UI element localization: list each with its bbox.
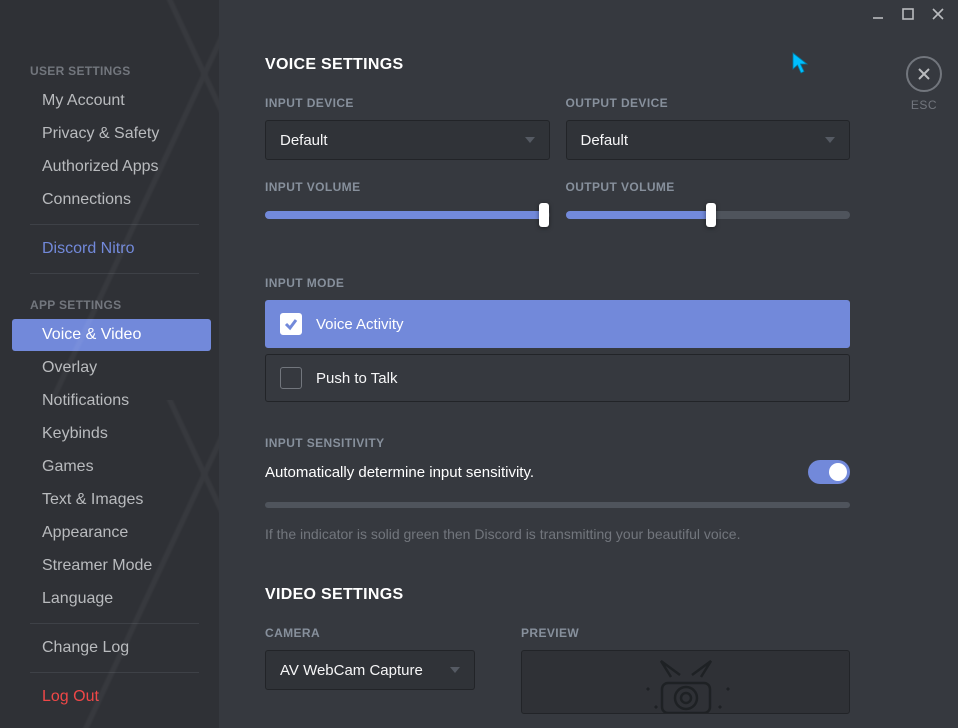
output-volume-label: OUTPUT VOLUME xyxy=(566,180,851,194)
sensitivity-indicator xyxy=(265,502,850,508)
close-column: ESC xyxy=(890,0,958,728)
auto-sensitivity-label: Automatically determine input sensitivit… xyxy=(265,464,534,481)
close-settings-label: ESC xyxy=(911,98,937,112)
input-device-value: Default xyxy=(280,132,328,149)
window-maximize-button[interactable] xyxy=(900,6,916,22)
sidebar-item-connections[interactable]: Connections xyxy=(12,184,211,216)
sidebar-item-notifications[interactable]: Notifications xyxy=(12,385,211,417)
input-device-label: INPUT DEVICE xyxy=(265,96,550,110)
camera-value: AV WebCam Capture xyxy=(280,662,423,679)
slider-thumb[interactable] xyxy=(706,203,716,227)
sidebar-item-keybinds[interactable]: Keybinds xyxy=(12,418,211,450)
checkbox-icon xyxy=(280,367,302,389)
output-device-value: Default xyxy=(581,132,629,149)
sidebar-item-appearance[interactable]: Appearance xyxy=(12,517,211,549)
settings-window: USER SETTINGS My Account Privacy & Safet… xyxy=(0,0,958,728)
input-mode-label: INPUT MODE xyxy=(265,276,850,290)
camera-preview xyxy=(521,650,850,714)
camera-label: CAMERA xyxy=(265,626,475,640)
sidebar-header-user: USER SETTINGS xyxy=(0,48,219,84)
output-device-select[interactable]: Default xyxy=(566,120,851,160)
camera-select[interactable]: AV WebCam Capture xyxy=(265,650,475,690)
sensitivity-hint: If the indicator is solid green then Dis… xyxy=(265,526,850,542)
input-mode-voice-activity[interactable]: Voice Activity xyxy=(265,300,850,348)
sidebar-item-text-images[interactable]: Text & Images xyxy=(12,484,211,516)
sidebar-item-authorized-apps[interactable]: Authorized Apps xyxy=(12,151,211,183)
video-settings-heading: VIDEO SETTINGS xyxy=(265,586,850,604)
input-volume-label: INPUT VOLUME xyxy=(265,180,550,194)
output-volume-slider[interactable] xyxy=(566,204,851,226)
sidebar-item-overlay[interactable]: Overlay xyxy=(12,352,211,384)
preview-label: PREVIEW xyxy=(521,626,850,640)
window-close-button[interactable] xyxy=(930,6,946,22)
window-minimize-button[interactable] xyxy=(870,6,886,22)
sidebar-item-changelog[interactable]: Change Log xyxy=(12,632,211,664)
sidebar-item-nitro[interactable]: Discord Nitro xyxy=(12,233,211,265)
settings-content: VOICE SETTINGS INPUT DEVICE Default OUTP… xyxy=(219,0,958,728)
input-volume-slider[interactable] xyxy=(265,204,550,226)
sidebar-header-app: APP SETTINGS xyxy=(0,282,219,318)
sidebar-item-privacy[interactable]: Privacy & Safety xyxy=(12,118,211,150)
sidebar-item-voice-video[interactable]: Voice & Video xyxy=(12,319,211,351)
close-settings-button[interactable] xyxy=(906,56,942,92)
input-sensitivity-label: INPUT SENSITIVITY xyxy=(265,436,850,450)
chevron-down-icon xyxy=(525,132,535,149)
settings-sidebar: USER SETTINGS My Account Privacy & Safet… xyxy=(0,0,219,728)
camera-placeholder-icon xyxy=(626,657,746,713)
output-device-label: OUTPUT DEVICE xyxy=(566,96,851,110)
settings-scroll-area[interactable]: VOICE SETTINGS INPUT DEVICE Default OUTP… xyxy=(219,0,890,728)
sidebar-divider xyxy=(30,623,199,624)
radio-label: Push to Talk xyxy=(316,370,397,387)
sidebar-item-streamer-mode[interactable]: Streamer Mode xyxy=(12,550,211,582)
window-titlebar xyxy=(870,0,958,28)
sidebar-divider xyxy=(30,224,199,225)
input-mode-push-to-talk[interactable]: Push to Talk xyxy=(265,354,850,402)
checkbox-icon xyxy=(280,313,302,335)
chevron-down-icon xyxy=(450,662,460,679)
sidebar-item-my-account[interactable]: My Account xyxy=(12,85,211,117)
voice-settings-heading: VOICE SETTINGS xyxy=(265,56,850,74)
sidebar-item-logout[interactable]: Log Out xyxy=(12,681,211,713)
sidebar-divider xyxy=(30,672,199,673)
sidebar-divider xyxy=(30,273,199,274)
chevron-down-icon xyxy=(825,132,835,149)
radio-label: Voice Activity xyxy=(316,316,404,333)
sidebar-item-language[interactable]: Language xyxy=(12,583,211,615)
input-device-select[interactable]: Default xyxy=(265,120,550,160)
slider-thumb[interactable] xyxy=(539,203,549,227)
sidebar-item-games[interactable]: Games xyxy=(12,451,211,483)
auto-sensitivity-toggle[interactable] xyxy=(808,460,850,484)
